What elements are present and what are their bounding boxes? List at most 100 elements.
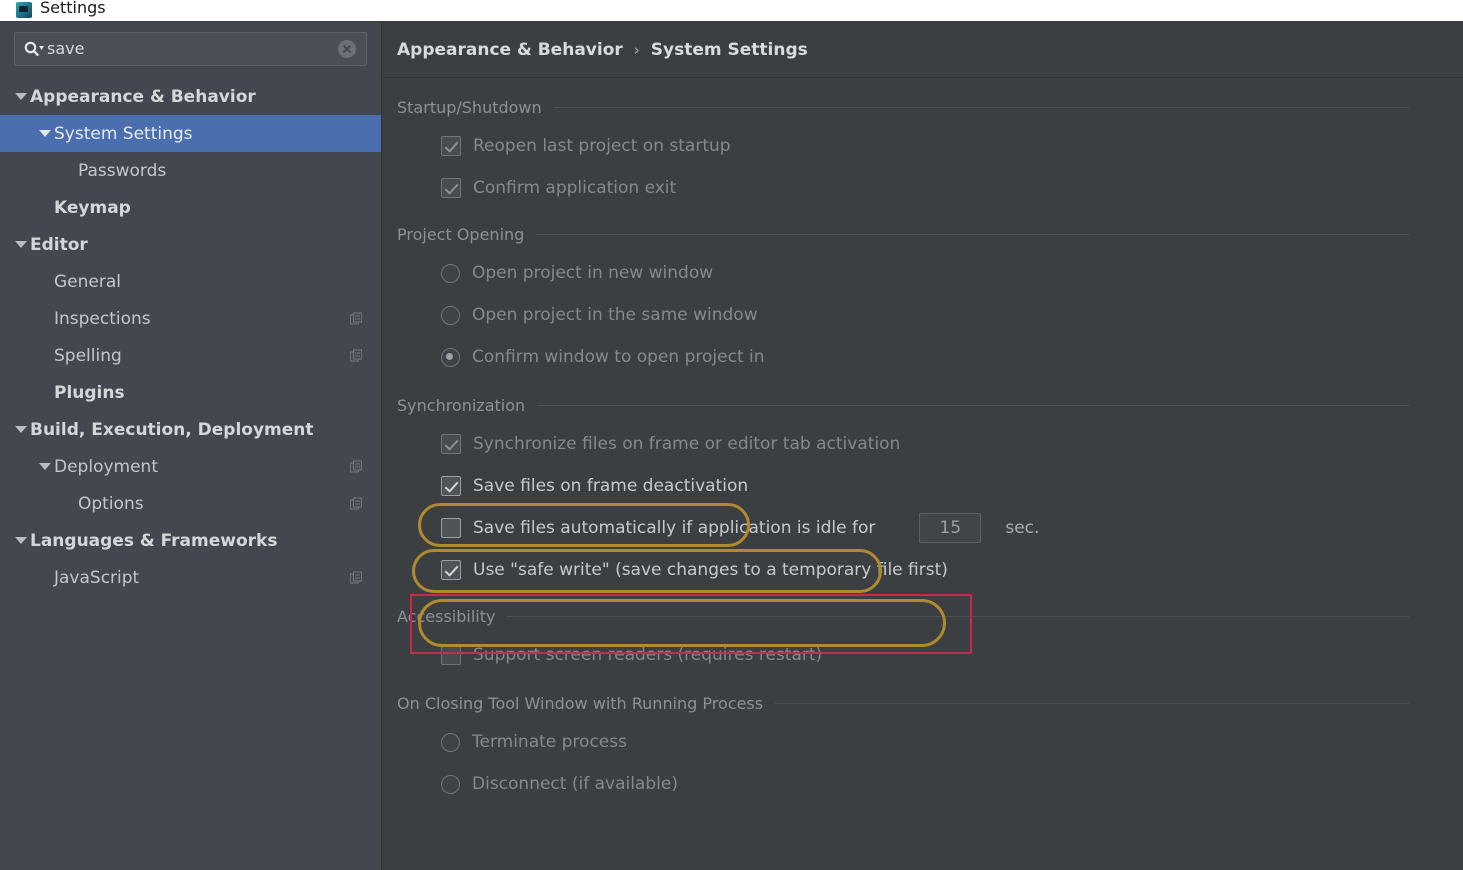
breadcrumb-parent[interactable]: Appearance & Behavior [397,40,623,60]
sidebar-item-system-settings[interactable]: System Settings [0,115,381,152]
sidebar-item-editor[interactable]: Editor [0,226,381,263]
checkbox[interactable] [441,476,461,496]
checkbox[interactable] [441,434,461,454]
seconds-unit-label: sec. [1005,518,1039,538]
option-row[interactable]: Confirm application exit [383,167,1463,209]
option-row[interactable]: Use "safe write" (save changes to a temp… [383,549,1463,591]
option-row[interactable]: Open project in the same window [383,294,1463,336]
sidebar-item-spelling[interactable]: Spelling [0,337,381,374]
group-divider [507,616,1409,617]
copy-settings-icon[interactable] [350,571,363,584]
option-label: Terminate process [472,732,627,752]
option-row[interactable]: Reopen last project on startup [383,125,1463,167]
search-input[interactable] [45,39,338,59]
sidebar-item-languages-frameworks[interactable]: Languages & Frameworks [0,522,381,559]
settings-group: Project Opening Open project in new windo… [383,225,1463,378]
copy-settings-icon[interactable] [350,312,363,325]
chevron-down-icon[interactable] [36,463,54,470]
group-title: Accessibility [397,607,507,626]
chevron-down-icon[interactable] [12,241,30,248]
sidebar-item-plugins[interactable]: Plugins [0,374,381,411]
group-header: On Closing Tool Window with Running Proc… [383,694,1463,713]
option-row[interactable]: Save files on frame deactivation [383,465,1463,507]
sidebar-item-options[interactable]: Options [0,485,381,522]
group-header: Project Opening [383,225,1463,244]
sidebar-item-label: JavaScript [54,568,139,588]
chevron-down-icon[interactable] [12,537,30,544]
sidebar-item-keymap[interactable]: Keymap [0,189,381,226]
option-label: Save files on frame deactivation [473,476,748,496]
settings-tree: Appearance & Behavior System Settings Pass… [0,78,381,596]
option-label: Confirm window to open project in [472,347,765,367]
option-label: Open project in new window [472,263,713,283]
chevron-down-icon[interactable] [12,93,30,100]
settings-content-panel: Appearance & Behavior › System Settings … [383,22,1463,870]
sidebar-item-deployment[interactable]: Deployment [0,448,381,485]
window-title-bar: Settings [0,0,1463,21]
breadcrumb: Appearance & Behavior › System Settings [383,22,1463,78]
radio-button[interactable] [441,775,460,794]
option-label: Open project in the same window [472,305,758,325]
sidebar-item-label: Build, Execution, Deployment [30,420,314,440]
option-row[interactable]: Support screen readers (requires restart… [383,634,1463,676]
chevron-down-icon[interactable] [36,130,54,137]
sidebar-item-inspections[interactable]: Inspections [0,300,381,337]
group-divider [775,703,1409,704]
copy-settings-icon[interactable] [350,349,363,362]
radio-button[interactable] [441,733,460,752]
clear-icon[interactable] [338,40,356,58]
option-row[interactable]: Open project in new window [383,252,1463,294]
sidebar-item-general[interactable]: General [0,263,381,300]
settings-sidebar: Appearance & Behavior System Settings Pass… [0,22,382,870]
group-divider [554,107,1409,108]
settings-group: On Closing Tool Window with Running Proc… [383,694,1463,805]
group-header: Accessibility [383,607,1463,626]
settings-group: Accessibility Support screen readers (req… [383,607,1463,676]
group-title: Synchronization [397,396,537,415]
sidebar-item-label: Plugins [54,383,125,403]
option-label: Reopen last project on startup [473,136,731,156]
settings-group: Synchronization Synchronize files on fram… [383,396,1463,591]
checkbox[interactable] [441,560,461,580]
search-box[interactable] [14,32,367,66]
checkbox[interactable] [441,518,461,538]
sidebar-item-label: Editor [30,235,88,255]
sidebar-item-label: Keymap [54,198,131,218]
radio-button[interactable] [441,264,460,283]
sidebar-item-javascript[interactable]: JavaScript [0,559,381,596]
idle-seconds-input[interactable]: 15 [919,513,981,543]
settings-groups: Startup/Shutdown Reopen last project on s… [383,78,1463,805]
breadcrumb-current: System Settings [651,40,808,60]
checkbox[interactable] [441,645,461,665]
chevron-down-icon[interactable] [12,426,30,433]
sidebar-item-label: System Settings [54,124,193,144]
group-title: On Closing Tool Window with Running Proc… [397,694,775,713]
option-row[interactable]: Terminate process [383,721,1463,763]
radio-button[interactable] [441,348,460,367]
option-row[interactable]: Synchronize files on frame or editor tab… [383,423,1463,465]
sidebar-item-appearance-behavior[interactable]: Appearance & Behavior [0,78,381,115]
option-label: Synchronize files on frame or editor tab… [473,434,900,454]
option-label: Save files automatically if application … [473,518,875,538]
window-title: Settings [40,0,106,17]
sidebar-item-passwords[interactable]: Passwords [0,152,381,189]
option-label: Support screen readers (requires restart… [473,645,822,665]
checkbox[interactable] [441,178,461,198]
copy-settings-icon[interactable] [350,460,363,473]
sidebar-item-label: Spelling [54,346,122,366]
option-row[interactable]: Save files automatically if application … [383,507,1463,549]
sidebar-item-label: Inspections [54,309,151,329]
option-label: Use "safe write" (save changes to a temp… [473,560,948,580]
group-divider [536,234,1409,235]
sidebar-item-label: Languages & Frameworks [30,531,277,551]
sidebar-item-label: Options [78,494,144,514]
sidebar-item-build-execution-deployment[interactable]: Build, Execution, Deployment [0,411,381,448]
group-title: Startup/Shutdown [397,98,554,117]
checkbox[interactable] [441,136,461,156]
option-row[interactable]: Confirm window to open project in [383,336,1463,378]
radio-button[interactable] [441,306,460,325]
search-area [0,22,381,66]
copy-settings-icon[interactable] [350,497,363,510]
settings-app-icon [16,2,32,18]
option-row[interactable]: Disconnect (if available) [383,763,1463,805]
